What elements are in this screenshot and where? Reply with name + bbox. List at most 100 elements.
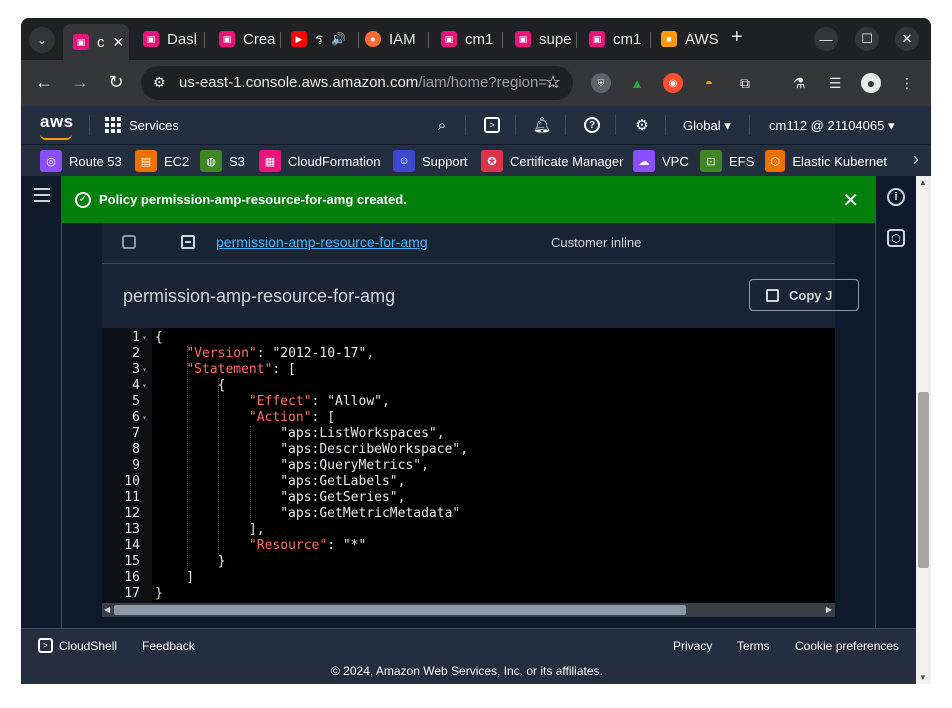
profile-avatar-icon[interactable]: ● bbox=[861, 73, 881, 93]
favorite-label: Elastic Kubernet bbox=[792, 153, 887, 169]
reading-list-icon[interactable]: ☰ bbox=[825, 73, 845, 93]
favorites-scroll-right-icon[interactable]: › bbox=[913, 149, 919, 170]
tab-6[interactable]: ▣ supe bbox=[505, 24, 577, 54]
indent-guide bbox=[187, 346, 189, 570]
account-label: cm112 @ 21104065 bbox=[769, 118, 885, 133]
scroll-left-icon[interactable]: ◀ bbox=[104, 605, 110, 614]
maximize-button[interactable]: ☐ bbox=[855, 27, 879, 51]
fold-arrow-icon[interactable]: ▾ bbox=[142, 378, 147, 394]
hexagon-settings-icon[interactable]: ⬡ bbox=[887, 229, 905, 247]
scroll-up-icon[interactable]: ▲ bbox=[919, 178, 927, 187]
speaker-icon[interactable]: 🔊 bbox=[331, 32, 346, 46]
forward-button[interactable]: → bbox=[69, 72, 91, 93]
tab-search-button[interactable]: ⌄ bbox=[29, 27, 55, 53]
tab-5[interactable]: ▣ cm1 bbox=[431, 24, 503, 54]
favorite-s3[interactable]: ◍ S3 bbox=[200, 149, 245, 173]
favorite-route53[interactable]: ◎ Route 53 bbox=[40, 149, 122, 173]
page-vertical-scrollbar[interactable]: ▲ ▼ bbox=[916, 176, 931, 684]
tab-label: c bbox=[97, 33, 105, 51]
extensions-puzzle-icon[interactable]: ⧉ bbox=[735, 73, 755, 93]
policy-name-link[interactable]: permission-amp-resource-for-amg bbox=[216, 234, 428, 250]
favorite-label: EFS bbox=[729, 153, 755, 169]
cookie-preferences-link[interactable]: Cookie preferences bbox=[795, 639, 899, 653]
bookmark-star-icon[interactable]: ☆ bbox=[545, 72, 561, 93]
fold-arrow-icon[interactable]: ▾ bbox=[142, 410, 147, 426]
tab-3[interactable]: ▶ ร 🔊 bbox=[281, 24, 359, 54]
privacy-link[interactable]: Privacy bbox=[673, 639, 712, 653]
help-icon[interactable]: ? bbox=[581, 114, 603, 136]
console-footer: > CloudShell Feedback Privacy Terms Cooki… bbox=[21, 628, 916, 684]
account-menu[interactable]: cm112 @ 21104065 ▾ bbox=[769, 118, 895, 134]
url-text[interactable]: us-east-1.console.aws.amazon.com/iam/hom… bbox=[179, 74, 560, 91]
notifications-bell-icon[interactable]: 🔔︎ bbox=[531, 114, 553, 136]
line-number: 1 bbox=[132, 330, 140, 345]
tab-1[interactable]: ▣ Dasl bbox=[133, 24, 205, 54]
box-icon: ■ bbox=[661, 31, 677, 47]
code-line: "Action": [ bbox=[248, 410, 336, 425]
arrow-left-icon: ← bbox=[35, 72, 53, 92]
aws-logo[interactable]: aws bbox=[40, 112, 74, 140]
tab-4[interactable]: ● IAM bbox=[355, 24, 429, 54]
favorite-label: Certificate Manager bbox=[510, 153, 624, 169]
extension-green-icon[interactable]: ▲ bbox=[627, 73, 647, 93]
copy-json-button[interactable]: Copy J bbox=[749, 279, 859, 311]
favorite-support[interactable]: ☺ Support bbox=[393, 149, 468, 173]
more-menu-icon[interactable]: ⋮ bbox=[897, 73, 917, 93]
line-number: 11 bbox=[124, 490, 140, 505]
search-icon[interactable]: ⌕ bbox=[431, 114, 453, 136]
line-number: 14 bbox=[124, 538, 140, 553]
close-window-button[interactable]: ✕ bbox=[895, 27, 919, 51]
tab-8[interactable]: ■ AWS bbox=[651, 24, 723, 54]
minimize-button[interactable]: — bbox=[814, 27, 838, 51]
site-settings-icon[interactable]: ⚙ bbox=[153, 74, 166, 91]
browser-window: ⌄ ▣ c ✕ ▣ Dasl ▣ Crea ▶ ร 🔊 ● IAM ▣ cm1 … bbox=[21, 18, 931, 684]
aws-icon: ▣ bbox=[515, 31, 531, 47]
scrollbar-thumb[interactable] bbox=[918, 392, 929, 568]
scroll-right-icon[interactable]: ▶ bbox=[826, 605, 832, 614]
reload-button[interactable]: ↻ bbox=[105, 72, 127, 93]
terms-link[interactable]: Terms bbox=[737, 639, 770, 653]
line-number: 6 bbox=[132, 410, 140, 425]
tab-label: ร bbox=[315, 31, 324, 48]
row-checkbox[interactable] bbox=[122, 235, 136, 249]
settings-gear-icon[interactable]: ⚙ bbox=[631, 114, 653, 136]
ublock-extension-icon[interactable]: ⛨ bbox=[591, 73, 611, 93]
services-menu-button[interactable]: Services bbox=[105, 117, 179, 133]
info-icon[interactable]: i bbox=[887, 188, 905, 206]
fold-arrow-icon[interactable]: ▾ bbox=[142, 330, 147, 346]
hamburger-menu-icon[interactable] bbox=[34, 188, 50, 206]
scroll-down-icon[interactable]: ▼ bbox=[919, 673, 927, 682]
fold-arrow-icon[interactable]: ▾ bbox=[142, 362, 147, 378]
feedback-link[interactable]: Feedback bbox=[142, 639, 195, 653]
extension-red-icon[interactable]: ◉ bbox=[663, 73, 683, 93]
labs-flask-icon[interactable]: ⚗ bbox=[789, 73, 809, 93]
code-line: ], bbox=[155, 522, 265, 537]
extension-orange-icon[interactable]: ◓ bbox=[699, 73, 719, 93]
back-button[interactable]: ← bbox=[33, 72, 55, 93]
new-tab-button[interactable]: + bbox=[731, 26, 743, 49]
favorite-certificate-manager[interactable]: ✪ Certificate Manager bbox=[481, 149, 623, 173]
editor-horizontal-scrollbar[interactable]: ◀ ▶ bbox=[102, 603, 835, 617]
collapse-row-icon[interactable] bbox=[181, 235, 195, 249]
code-line: "Statement": [ bbox=[186, 362, 296, 377]
cloudshell-button[interactable]: > CloudShell bbox=[38, 638, 117, 653]
favorite-vpc[interactable]: ☁ VPC bbox=[633, 149, 689, 173]
scrollbar-thumb[interactable] bbox=[114, 605, 686, 615]
tab-2[interactable]: ▣ Crea bbox=[209, 24, 281, 54]
tab-0[interactable]: ▣ c ✕ bbox=[63, 24, 129, 60]
favorite-eks[interactable]: ⬡ Elastic Kubernet bbox=[765, 149, 887, 173]
close-icon[interactable]: ✕ bbox=[842, 188, 859, 213]
json-editor[interactable]: 1 ▾ 2 3 ▾ 4 ▾ 5 6 ▾ 7 8 9 10 11 12 13 14 15 16 17 { "Version… bbox=[102, 328, 835, 603]
indent-guide bbox=[218, 378, 220, 554]
address-bar[interactable]: ⚙ us-east-1.console.aws.amazon.com/iam/h… bbox=[141, 66, 573, 100]
region-selector[interactable]: Global ▾ bbox=[683, 118, 731, 134]
tab-7[interactable]: ▣ cm1 bbox=[579, 24, 651, 54]
cloudshell-icon[interactable]: > bbox=[481, 114, 503, 136]
close-icon[interactable]: ✕ bbox=[113, 34, 125, 51]
code-line: "aps:QueryMetrics", bbox=[155, 458, 429, 473]
favorite-ec2[interactable]: ▤ EC2 bbox=[135, 149, 189, 173]
favorite-cloudformation[interactable]: ▦ CloudFormation bbox=[259, 149, 381, 173]
reload-icon: ↻ bbox=[108, 72, 124, 92]
favorite-efs[interactable]: ⊡ EFS bbox=[700, 149, 754, 173]
line-number: 15 bbox=[124, 554, 140, 569]
